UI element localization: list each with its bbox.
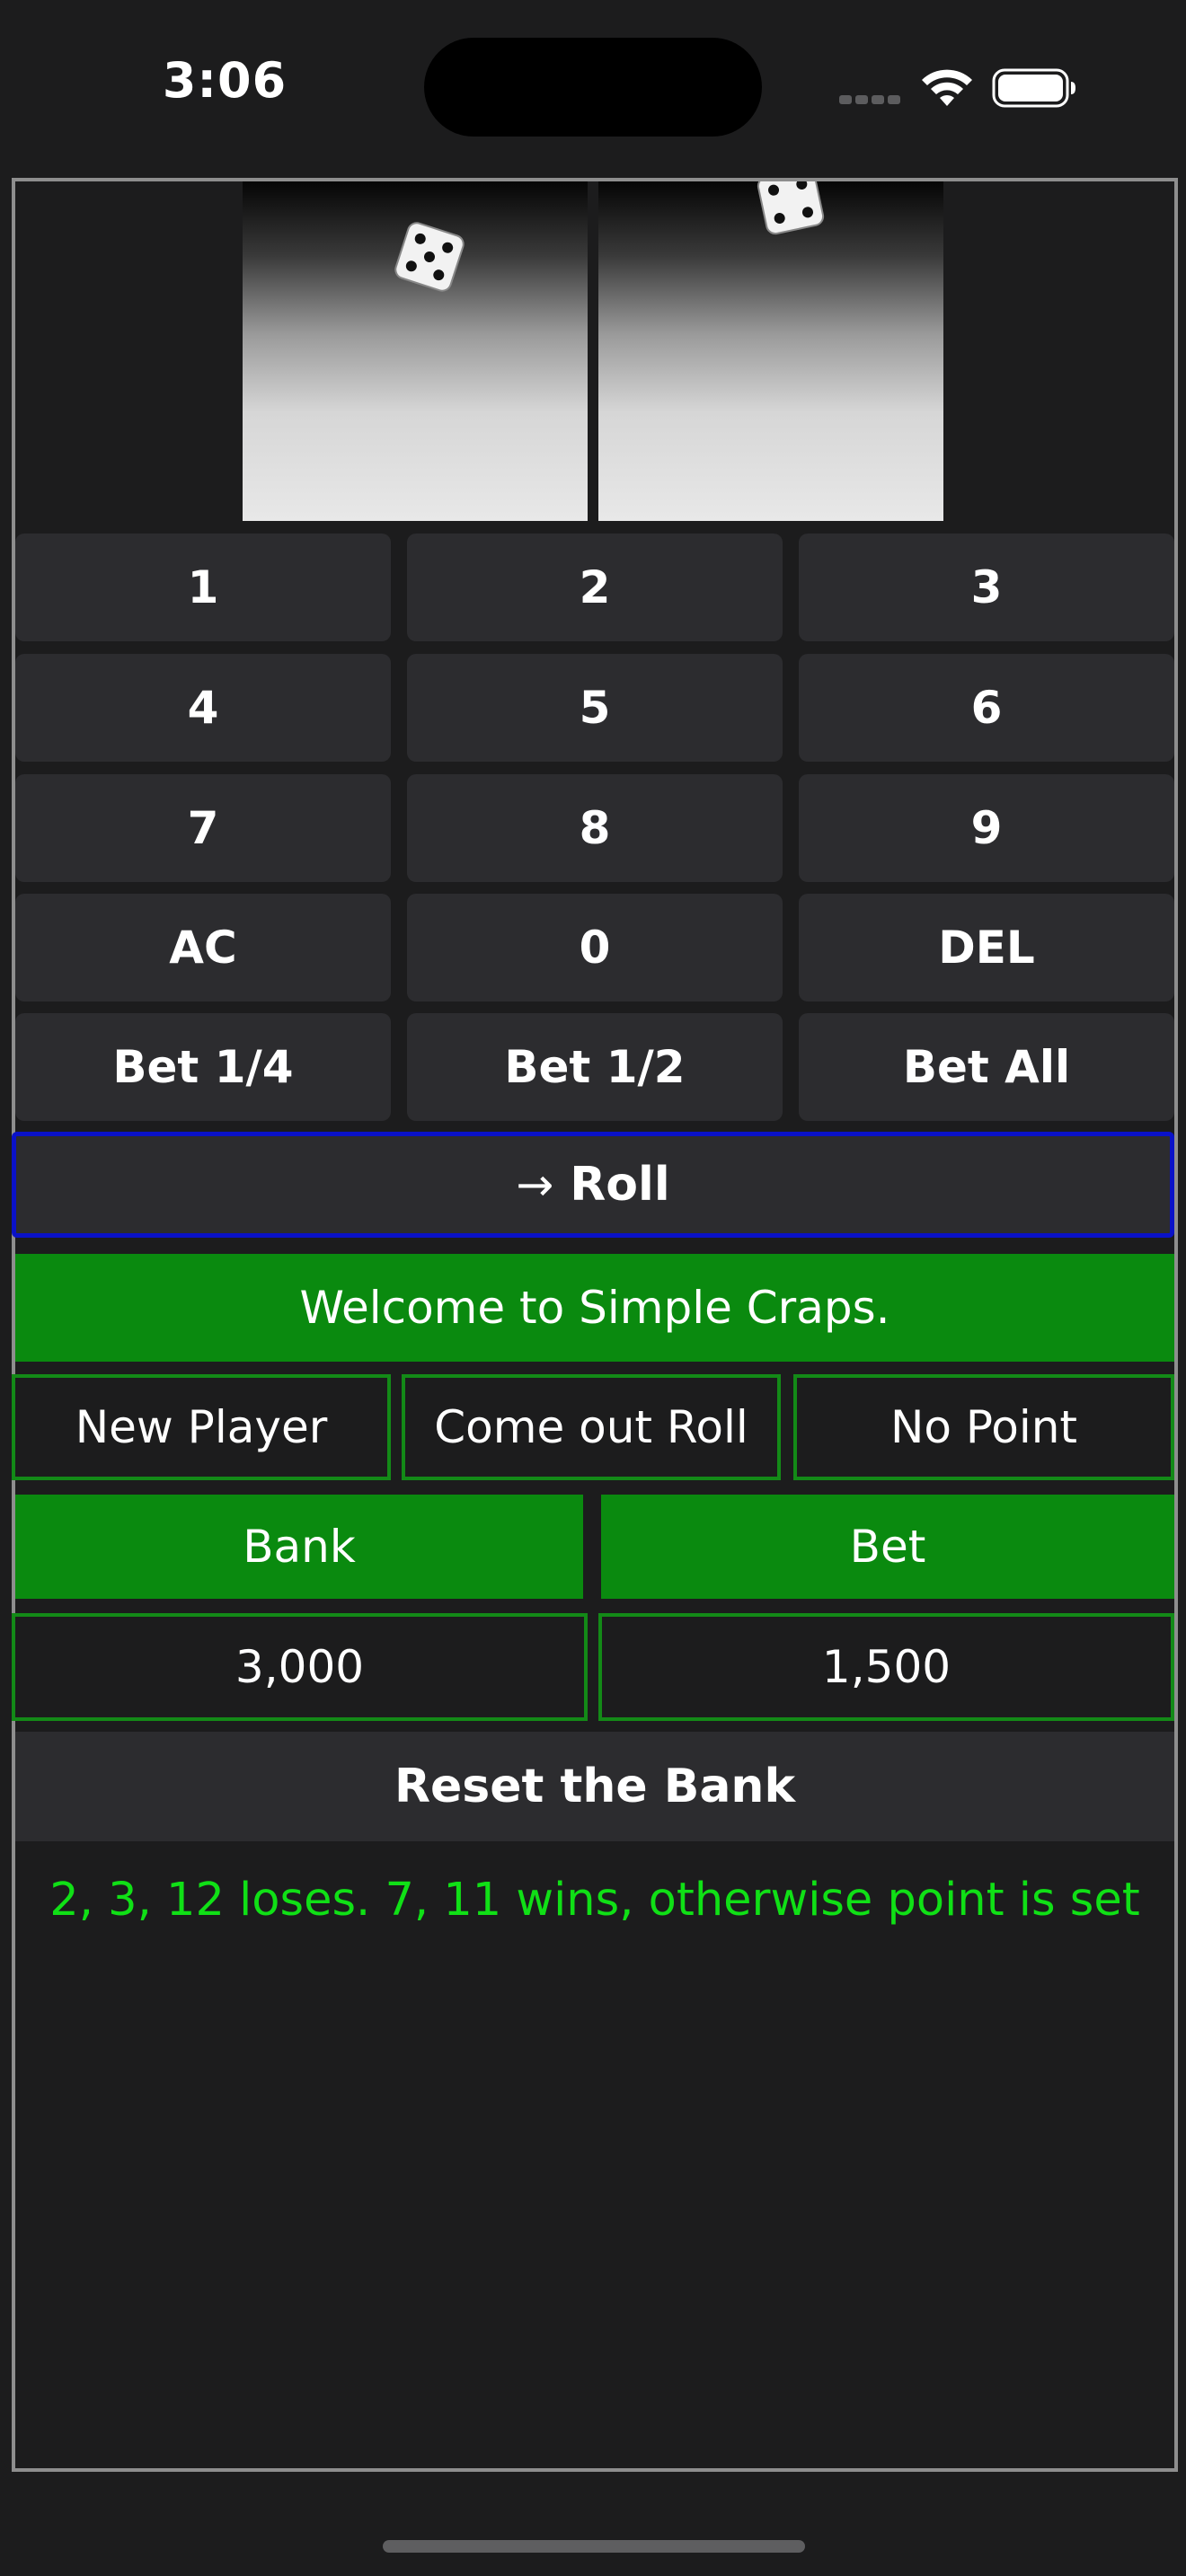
reset-bank-button[interactable]: Reset the Bank	[15, 1732, 1174, 1841]
left-die-panel	[243, 181, 588, 521]
arrow-right-icon: →	[516, 1159, 554, 1211]
bet-value: 1,500	[598, 1613, 1174, 1721]
message-banner: Welcome to Simple Craps.	[15, 1254, 1174, 1362]
roll-button[interactable]: → Roll	[12, 1132, 1174, 1238]
key-1[interactable]: 1	[15, 534, 391, 641]
clear-button[interactable]: AC	[15, 894, 391, 1001]
key-4[interactable]: 4	[15, 654, 391, 762]
key-6[interactable]: 6	[799, 654, 1174, 762]
key-3[interactable]: 3	[799, 534, 1174, 641]
bet-half-button[interactable]: Bet 1/2	[407, 1013, 783, 1121]
status-bar: 3:06	[0, 0, 1186, 171]
wifi-icon	[922, 69, 972, 106]
bet-quarter-button[interactable]: Bet 1/4	[15, 1013, 391, 1121]
die-four-icon	[757, 181, 825, 235]
point-status: No Point	[793, 1374, 1174, 1480]
key-9[interactable]: 9	[799, 774, 1174, 882]
bet-all-button[interactable]: Bet All	[799, 1013, 1174, 1121]
home-indicator[interactable]	[383, 2540, 805, 2553]
status-time: 3:06	[162, 52, 288, 109]
player-status: New Player	[12, 1374, 391, 1480]
bank-value: 3,000	[12, 1613, 588, 1721]
phase-status: Come out Roll	[402, 1374, 781, 1480]
dynamic-island	[424, 38, 762, 137]
bank-label: Bank	[15, 1495, 583, 1599]
right-die-panel	[598, 181, 943, 521]
key-0[interactable]: 0	[407, 894, 783, 1001]
die-five-icon	[394, 222, 465, 292]
key-5[interactable]: 5	[407, 654, 783, 762]
roll-label: Roll	[570, 1158, 670, 1212]
rules-text: 2, 3, 12 loses. 7, 11 wins, otherwise po…	[49, 1873, 1140, 1927]
key-8[interactable]: 8	[407, 774, 783, 882]
key-2[interactable]: 2	[407, 534, 783, 641]
cellular-signal-icon	[839, 93, 902, 106]
key-7[interactable]: 7	[15, 774, 391, 882]
dice-area	[15, 181, 1174, 523]
battery-icon	[992, 68, 1075, 108]
delete-button[interactable]: DEL	[799, 894, 1174, 1001]
bet-label: Bet	[601, 1495, 1174, 1599]
